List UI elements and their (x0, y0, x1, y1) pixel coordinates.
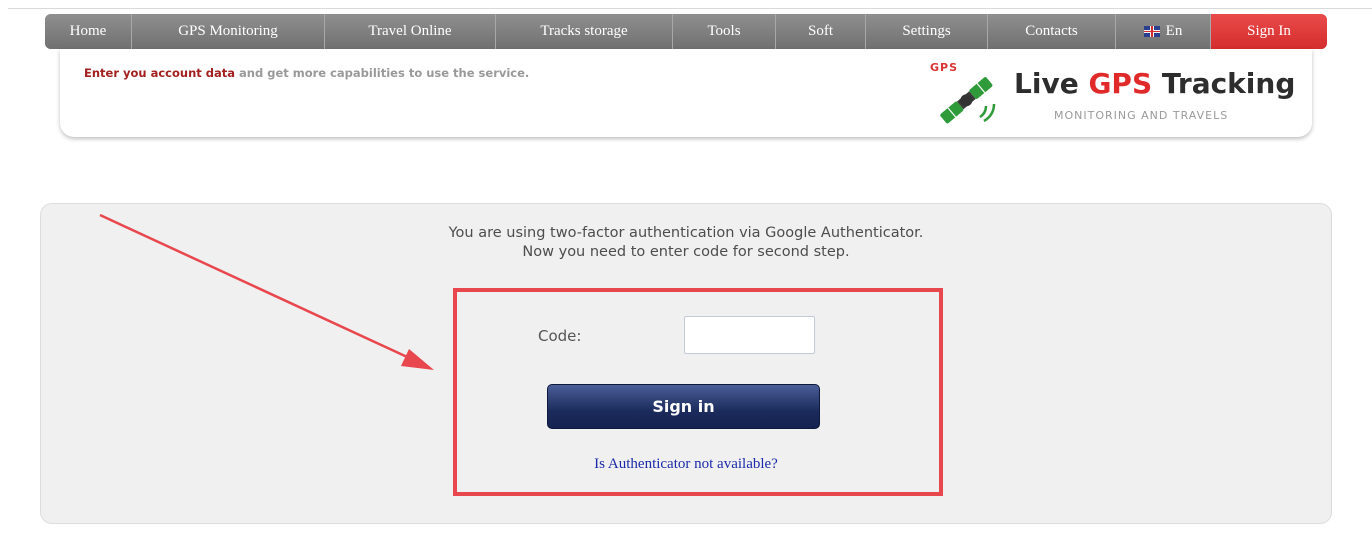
auth-message-line2: Now you need to enter code for second st… (522, 244, 850, 260)
nav-gps-monitoring-label: GPS Monitoring (178, 23, 278, 39)
account-message-highlight: Enter you account data (84, 66, 236, 80)
nav-sign-in-label: Sign In (1247, 23, 1291, 39)
nav-tools-label: Tools (707, 23, 741, 39)
logo-title: Live GPS Tracking (1014, 67, 1295, 100)
logo-title-gps: GPS (1088, 67, 1153, 100)
nav-settings[interactable]: Settings (866, 14, 988, 49)
nav-contacts-label: Contacts (1025, 23, 1078, 39)
header-card: Enter you account data and get more capa… (60, 49, 1312, 137)
logo-title-live: Live (1014, 67, 1089, 100)
nav-tools[interactable]: Tools (673, 14, 776, 49)
code-label: Code: (538, 327, 582, 345)
nav-soft-label: Soft (807, 23, 833, 39)
nav-home-label: Home (69, 23, 107, 39)
authenticator-unavailable-link[interactable]: Is Authenticator not available? (0, 456, 1372, 473)
site-logo[interactable]: GPS Live GPS Tracking MONITORING AND TRA… (930, 61, 1300, 131)
uk-flag-icon (1143, 26, 1160, 37)
nav-tracks-storage[interactable]: Tracks storage (496, 14, 673, 49)
sign-in-button[interactable]: Sign in (547, 384, 820, 429)
nav-language-label: En (1165, 23, 1183, 39)
auth-message-line1: You are using two-factor authentication … (448, 225, 924, 241)
logo-subtitle: MONITORING AND TRAVELS (1054, 109, 1229, 122)
account-message: Enter you account data and get more capa… (84, 66, 529, 80)
nav-soft[interactable]: Soft (776, 14, 866, 49)
nav-tracks-storage-label: Tracks storage (540, 23, 628, 39)
logo-title-tracking: Tracking (1152, 67, 1296, 100)
nav-contacts[interactable]: Contacts (988, 14, 1116, 49)
main-navigation: Home GPS Monitoring Travel Online Tracks… (45, 14, 1327, 49)
nav-sign-in[interactable]: Sign In (1211, 14, 1327, 49)
nav-gps-monitoring[interactable]: GPS Monitoring (132, 14, 325, 49)
nav-travel-online[interactable]: Travel Online (325, 14, 496, 49)
nav-language[interactable]: En (1116, 14, 1211, 49)
top-divider (8, 8, 1372, 9)
auth-message: You are using two-factor authentication … (0, 224, 1372, 262)
satellite-icon (940, 77, 996, 124)
account-message-rest: and get more capabilities to use the ser… (235, 66, 530, 80)
code-input[interactable] (684, 316, 815, 354)
nav-travel-online-label: Travel Online (368, 23, 452, 39)
nav-home[interactable]: Home (45, 14, 132, 49)
nav-settings-label: Settings (902, 23, 951, 39)
